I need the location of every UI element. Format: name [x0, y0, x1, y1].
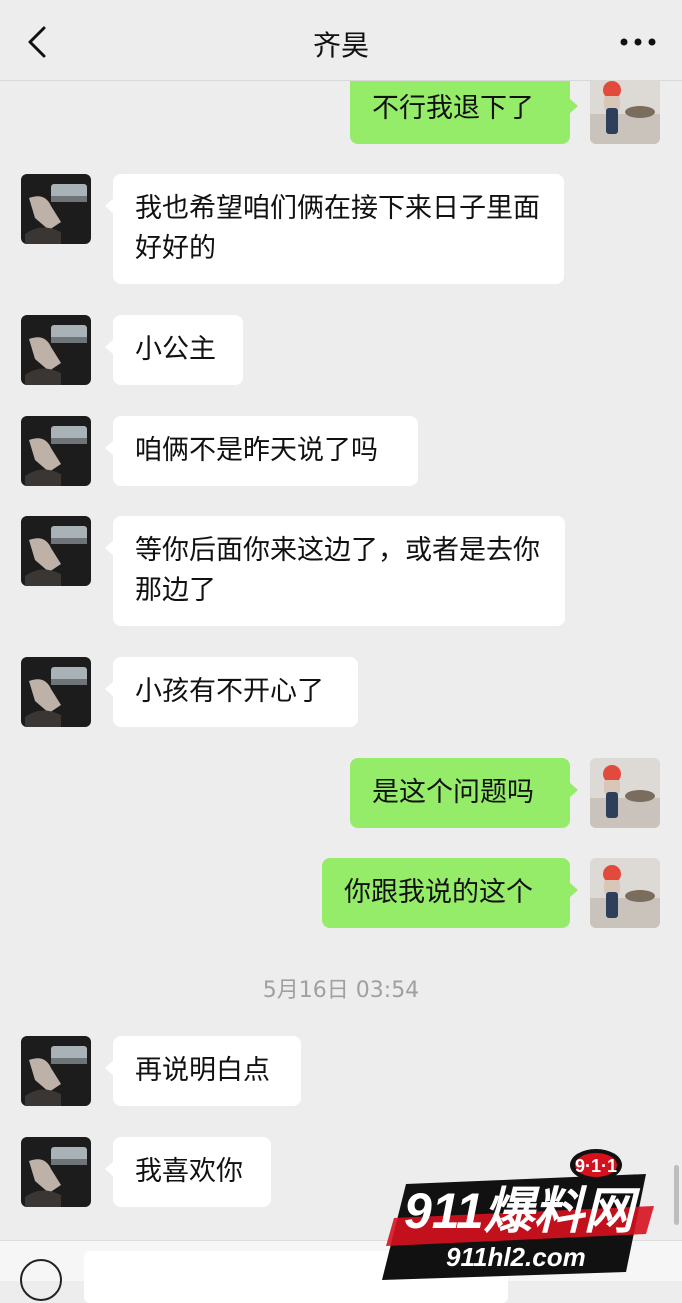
- watermark-badge: 9·1·1: [575, 1156, 617, 1176]
- contact-avatar[interactable]: [21, 657, 91, 727]
- more-button[interactable]: [618, 28, 658, 56]
- chat-area: 不行我退下了 我也希望咱们俩在接下来日子里面好好的 小公主 咱俩不是昨天说了吗 …: [0, 0, 682, 1240]
- scrollbar[interactable]: [674, 1165, 679, 1225]
- message-bubble[interactable]: 咱俩不是昨天说了吗: [105, 416, 418, 486]
- my-avatar[interactable]: [590, 74, 660, 144]
- message-bubble[interactable]: 再说明白点: [105, 1036, 301, 1106]
- contact-avatar[interactable]: [21, 516, 91, 586]
- message-bubble[interactable]: 不行我退下了: [350, 74, 578, 144]
- more-dots-icon: [620, 38, 656, 46]
- watermark-logo: 9·1·1 911爆料网 911hl2.com: [382, 1149, 654, 1280]
- message-timestamp: 5月16日 03:54: [262, 978, 420, 1003]
- contact-avatar[interactable]: [21, 315, 91, 385]
- contact-avatar[interactable]: [21, 1036, 91, 1106]
- my-avatar[interactable]: [590, 858, 660, 928]
- message-bubble[interactable]: 我喜欢你: [105, 1137, 271, 1207]
- watermark-brand: 911爆料网: [404, 1183, 641, 1239]
- chat-header: 齐昊: [0, 0, 682, 81]
- message-bubble[interactable]: 等你后面你来这边了，或者是去你那边了: [105, 516, 565, 626]
- watermark-url: 911hl2.com: [446, 1242, 586, 1272]
- chat-title: 齐昊: [312, 29, 369, 62]
- message-bubble[interactable]: 小公主: [105, 315, 243, 385]
- contact-avatar[interactable]: [21, 1137, 91, 1207]
- contact-avatar[interactable]: [21, 174, 91, 244]
- message-bubble[interactable]: 我也希望咱们俩在接下来日子里面好好的: [105, 174, 564, 284]
- message-bubble[interactable]: 小孩有不开心了: [105, 657, 358, 727]
- my-avatar[interactable]: [590, 758, 660, 828]
- voice-icon[interactable]: [20, 1259, 62, 1301]
- contact-avatar[interactable]: [21, 416, 91, 486]
- message-bubble[interactable]: 你跟我说的这个: [322, 858, 578, 928]
- message-bubble[interactable]: 是这个问题吗: [350, 758, 578, 828]
